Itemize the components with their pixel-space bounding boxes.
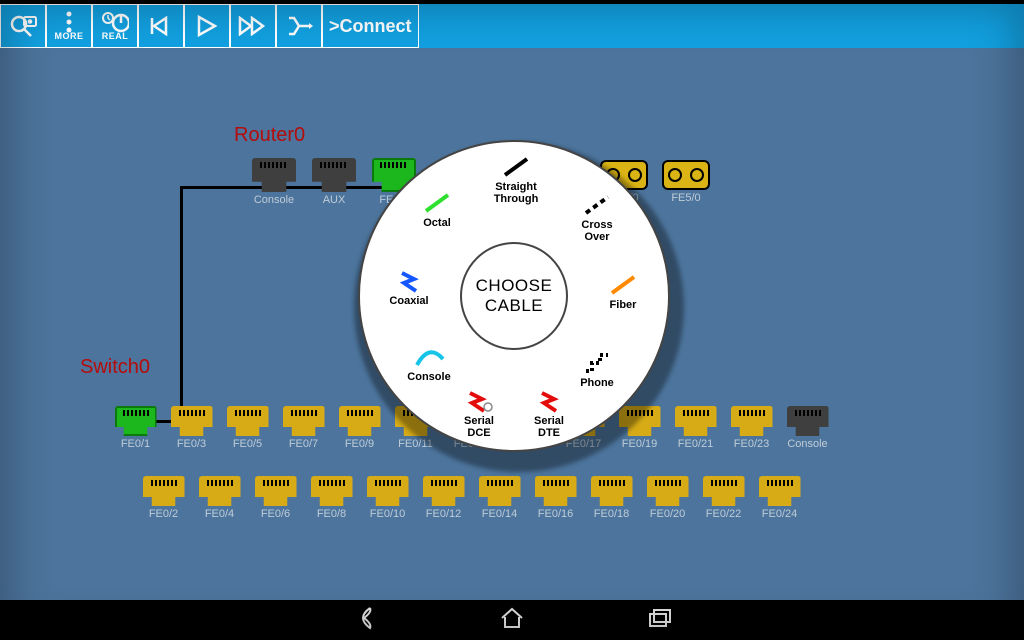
switch-port[interactable]: FE0/21 <box>672 406 719 450</box>
switch-port[interactable]: FE0/7 <box>280 406 327 450</box>
nav-back-button[interactable] <box>350 604 378 637</box>
cable-phone[interactable]: Phone <box>558 350 636 390</box>
home-icon <box>498 604 526 632</box>
switch-port[interactable]: FE0/14 <box>476 476 523 520</box>
more-button[interactable]: MORE <box>46 4 92 48</box>
connect-button[interactable]: >Connect <box>322 4 419 48</box>
cable-console[interactable]: Console <box>390 344 468 384</box>
switch-port[interactable]: FE0/10 <box>364 476 411 520</box>
back-icon <box>350 604 378 632</box>
switch-port[interactable]: FE0/1 <box>112 406 159 450</box>
switch-port[interactable]: FE0/2 <box>140 476 187 520</box>
toolbar: MORE REAL >Connect <box>0 4 1024 48</box>
cyan-arc-icon <box>413 344 445 370</box>
dashed-line-icon <box>582 192 612 218</box>
cable-straight-through[interactable]: Straight Through <box>477 154 555 205</box>
blue-bolt-icon <box>396 268 422 294</box>
red-bolt-icon <box>536 388 562 414</box>
cable-serial-dte[interactable]: Serial DTE <box>510 388 588 439</box>
switch-port[interactable]: FE0/5 <box>224 406 271 450</box>
cable-octal[interactable]: Octal <box>398 190 476 230</box>
vertical-dots-icon <box>64 11 74 33</box>
play-icon <box>195 15 219 37</box>
switch-label[interactable]: Switch0 <box>80 356 150 379</box>
picker-center: CHOOSE CABLE <box>460 242 568 350</box>
switch-port[interactable]: FE0/6 <box>252 476 299 520</box>
switch-port[interactable]: FE0/24 <box>756 476 803 520</box>
search-zoom-button[interactable] <box>0 4 46 48</box>
switch-row-bottom: FE0/2 FE0/4 FE0/6 FE0/8 FE0/10 FE0/12 FE… <box>140 476 803 520</box>
switch-port[interactable]: FE0/18 <box>588 476 635 520</box>
step-back-button[interactable] <box>138 4 184 48</box>
nav-recents-button[interactable] <box>646 604 674 637</box>
switch-port[interactable]: FE0/9 <box>336 406 383 450</box>
switch-port[interactable]: FE0/16 <box>532 476 579 520</box>
dotted-step-icon <box>582 350 612 376</box>
orange-line-icon <box>608 272 638 298</box>
router-label[interactable]: Router0 <box>234 124 305 147</box>
realtime-button[interactable]: REAL <box>92 4 138 48</box>
more-label: MORE <box>55 31 84 41</box>
android-navbar <box>0 600 1024 640</box>
router-port-aux[interactable]: AUX <box>308 158 360 206</box>
switch-port[interactable]: FE0/8 <box>308 476 355 520</box>
cable-serial-dce[interactable]: Serial DCE <box>440 388 518 439</box>
workspace-canvas[interactable]: Router0 Switch0 Console AUX FE0/0 FE4/0 … <box>0 48 1024 600</box>
recents-icon <box>646 604 674 632</box>
cable-segment <box>180 186 183 422</box>
router-port-fe50[interactable]: FE5/0 <box>660 160 712 204</box>
picker-center-line1: CHOOSE <box>476 276 553 296</box>
red-bolt-clock-icon <box>464 388 494 414</box>
nav-home-button[interactable] <box>498 604 526 637</box>
magnifier-camera-icon <box>9 14 37 38</box>
green-line-icon <box>422 190 452 216</box>
branch-icon <box>285 14 313 38</box>
switch-port[interactable]: FE0/3 <box>168 406 215 450</box>
switch-port[interactable]: FE0/23 <box>728 406 775 450</box>
play-button[interactable] <box>184 4 230 48</box>
switch-port[interactable]: FE0/12 <box>420 476 467 520</box>
switch-port[interactable]: FE0/4 <box>196 476 243 520</box>
connect-label: >Connect <box>329 16 412 37</box>
cable-fiber[interactable]: Fiber <box>584 272 662 312</box>
picker-center-line2: CABLE <box>485 296 543 316</box>
switch-port[interactable]: FE0/22 <box>700 476 747 520</box>
topology-button[interactable] <box>276 4 322 48</box>
straight-line-icon <box>501 154 531 180</box>
clock-power-icon <box>101 11 129 33</box>
router-port-console[interactable]: Console <box>248 158 300 206</box>
switch-port-console[interactable]: Console <box>784 406 831 450</box>
cable-coaxial[interactable]: Coaxial <box>370 268 448 308</box>
cable-cross-over[interactable]: Cross Over <box>558 192 636 243</box>
fast-forward-button[interactable] <box>230 4 276 48</box>
fast-forward-icon <box>238 16 268 36</box>
step-back-icon <box>148 16 174 36</box>
switch-port[interactable]: FE0/20 <box>644 476 691 520</box>
cable-picker: CHOOSE CABLE Straight Through Cross Over… <box>358 140 670 452</box>
real-label: REAL <box>102 31 129 41</box>
